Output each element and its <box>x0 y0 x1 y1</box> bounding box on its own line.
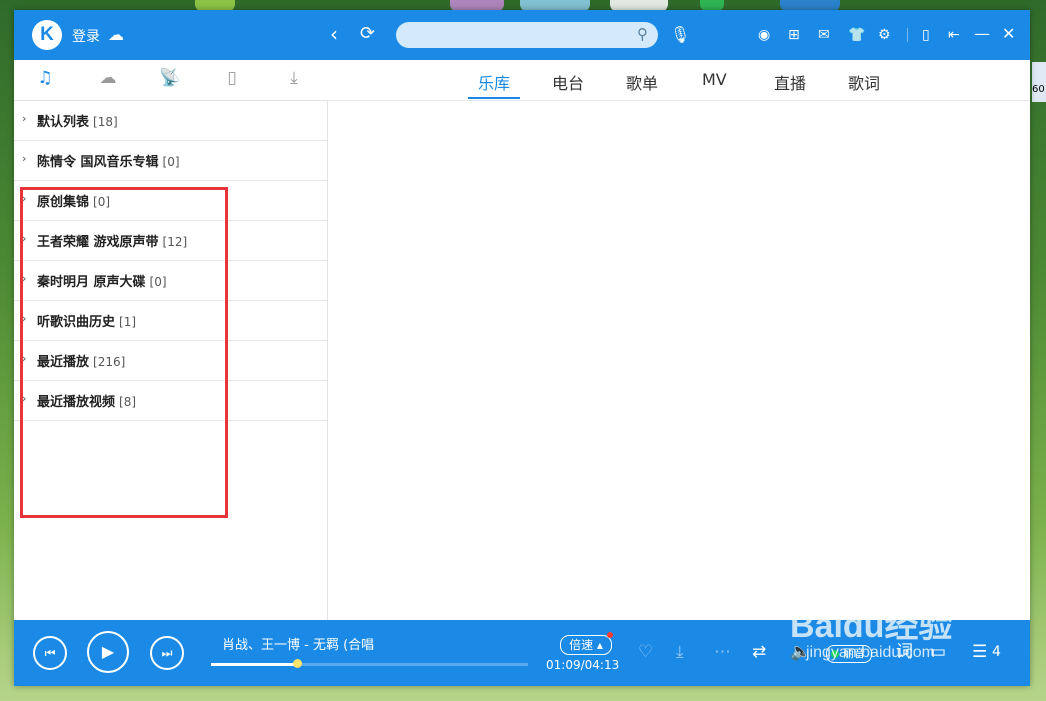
mic-icon[interactable]: 🎙 <box>670 25 690 45</box>
next-track-button[interactable]: ⏭ <box>150 636 184 670</box>
playback-time: 01:09/04:13 <box>546 658 620 672</box>
expand-arrow-icon[interactable]: › <box>22 272 26 285</box>
repeat-icon[interactable]: ⇄ <box>752 642 766 662</box>
main-tab-bar: 乐库 电台 歌单 MV 直播 歌词 <box>328 60 1030 101</box>
skin-icon[interactable]: 👕 <box>848 25 865 45</box>
cloud-icon[interactable]: ☁ <box>108 25 124 45</box>
search-box[interactable]: ⚲ <box>396 22 658 50</box>
minimize-icon[interactable]: — <box>974 24 990 44</box>
speed-button[interactable]: 倍速 ▴ <box>560 632 613 655</box>
playlist-count: [216] <box>93 355 126 369</box>
heart-icon[interactable]: ♡ <box>638 642 653 662</box>
playlist-item[interactable]: › 王者荣耀 游戏原声带 [12] <box>14 220 327 261</box>
progress-bar[interactable] <box>211 659 528 668</box>
tab-radio[interactable]: 电台 <box>552 70 584 94</box>
mail-icon[interactable]: ✉ <box>818 25 830 45</box>
playlist-item[interactable]: › 秦时明月 原声大碟 [0] <box>14 260 327 301</box>
expand-arrow-icon[interactable]: › <box>22 312 26 325</box>
playlist-item[interactable]: › 默认列表 [18] <box>14 100 327 141</box>
tab-lyrics[interactable]: 歌词 <box>848 70 880 94</box>
expand-arrow-icon[interactable]: › <box>22 232 26 245</box>
left-tab-bar: ♫ ☁ 📡 ▯ ⤓ <box>14 60 327 101</box>
device-icon[interactable]: ▯ <box>218 68 246 92</box>
phone-icon[interactable]: ▯ <box>922 25 930 45</box>
music-player-window: K 登录 ☁ ‹ ⟳ ⚲ 🎙 ◉ ⊞ ✉ 👕 ⚙ ▯ ⇤ — ✕ ♫ ☁ 📡 ▯… <box>14 10 1030 686</box>
active-tab-indicator <box>468 97 520 99</box>
play-button[interactable]: ▶ <box>87 631 129 673</box>
login-link[interactable]: 登录 <box>72 26 100 46</box>
desktop-shortcut[interactable]: 60 <box>1032 62 1046 102</box>
notification-dot <box>607 632 613 638</box>
kugou-logo[interactable]: K <box>32 20 62 50</box>
previous-track-button[interactable]: ⏮ <box>33 636 67 670</box>
collapse-icon[interactable]: ⇤ <box>948 25 960 45</box>
expand-arrow-icon[interactable]: › <box>22 112 26 125</box>
playlist-count: [0] <box>162 155 180 169</box>
tab-playlists[interactable]: 歌单 <box>626 70 658 94</box>
playlist-name: 默认列表 <box>37 115 90 130</box>
playlist-count: [18] <box>93 115 118 129</box>
playlist-item[interactable]: › 听歌识曲历史 [1] <box>14 300 327 341</box>
cloud-icon[interactable]: ☁ <box>94 68 122 92</box>
playlist-count: 4 <box>992 644 1001 660</box>
playlist-panel: › 默认列表 [18] › 陈情令 国风音乐专辑 [0] › 原创集锦 [0] › 王… <box>14 100 328 630</box>
playlist-count: [1] <box>119 315 137 329</box>
grid-icon[interactable]: ⊞ <box>788 25 800 45</box>
playlist-item[interactable]: › 原创集锦 [0] <box>14 180 327 221</box>
playlist-count: [12] <box>162 235 188 249</box>
progress-knob[interactable] <box>292 659 302 668</box>
watermark-url: jingyan.baidu.com <box>806 644 935 661</box>
playlist-count: [0] <box>93 195 111 209</box>
expand-arrow-icon[interactable]: › <box>22 352 26 365</box>
playlist-name: 原创集锦 <box>37 195 90 210</box>
playlist-item[interactable]: › 陈情令 国风音乐专辑 [0] <box>14 140 327 181</box>
baidu-watermark: Baidu经验 <box>790 607 953 645</box>
search-input[interactable] <box>408 22 632 50</box>
progress-fill <box>211 663 297 666</box>
playlist-count: [0] <box>149 275 167 289</box>
playlist-name: 听歌识曲历史 <box>37 315 116 330</box>
playlist-name: 陈情令 国风音乐专辑 <box>37 155 159 170</box>
download-icon[interactable]: ⤓ <box>280 68 308 92</box>
expand-arrow-icon[interactable]: › <box>22 152 26 165</box>
playlist-count: [8] <box>119 395 137 409</box>
expand-arrow-icon[interactable]: › <box>22 192 26 205</box>
tab-live[interactable]: 直播 <box>774 70 806 94</box>
titlebar: K 登录 ☁ ‹ ⟳ ⚲ 🎙 ◉ ⊞ ✉ 👕 ⚙ ▯ ⇤ — ✕ <box>14 10 1030 60</box>
titlebar-divider <box>907 28 908 42</box>
target-icon[interactable]: ◉ <box>758 25 770 45</box>
playlist-name: 秦时明月 原声大碟 <box>37 275 146 290</box>
download-icon[interactable]: ⤓ <box>676 642 684 662</box>
music-note-icon[interactable]: ♫ <box>31 68 59 92</box>
tab-library[interactable]: 乐库 <box>478 70 510 94</box>
main-content-area <box>328 101 1030 620</box>
tab-mv[interactable]: MV <box>702 70 727 89</box>
playlist-item[interactable]: › 最近播放 [216] <box>14 340 327 381</box>
expand-arrow-icon[interactable]: › <box>22 392 26 405</box>
search-icon[interactable]: ⚲ <box>637 25 648 43</box>
playlist-icon[interactable]: ☰ <box>972 642 987 662</box>
now-playing-title[interactable]: 肖战、王一博 - 无羁 (合唱 <box>222 634 374 653</box>
back-icon[interactable]: ‹ <box>330 24 338 44</box>
close-icon[interactable]: ✕ <box>1002 24 1015 44</box>
more-icon[interactable]: ⋯ <box>714 642 731 662</box>
playlist-name: 最近播放视频 <box>37 395 116 410</box>
refresh-icon[interactable]: ⟳ <box>360 24 375 44</box>
playlist-item[interactable]: › 最近播放视频 [8] <box>14 380 327 421</box>
playlist-name: 王者荣耀 游戏原声带 <box>37 235 159 250</box>
playlist-name: 最近播放 <box>37 355 90 370</box>
settings-icon[interactable]: ⚙ <box>878 25 891 45</box>
broadcast-icon[interactable]: 📡 <box>156 68 184 92</box>
